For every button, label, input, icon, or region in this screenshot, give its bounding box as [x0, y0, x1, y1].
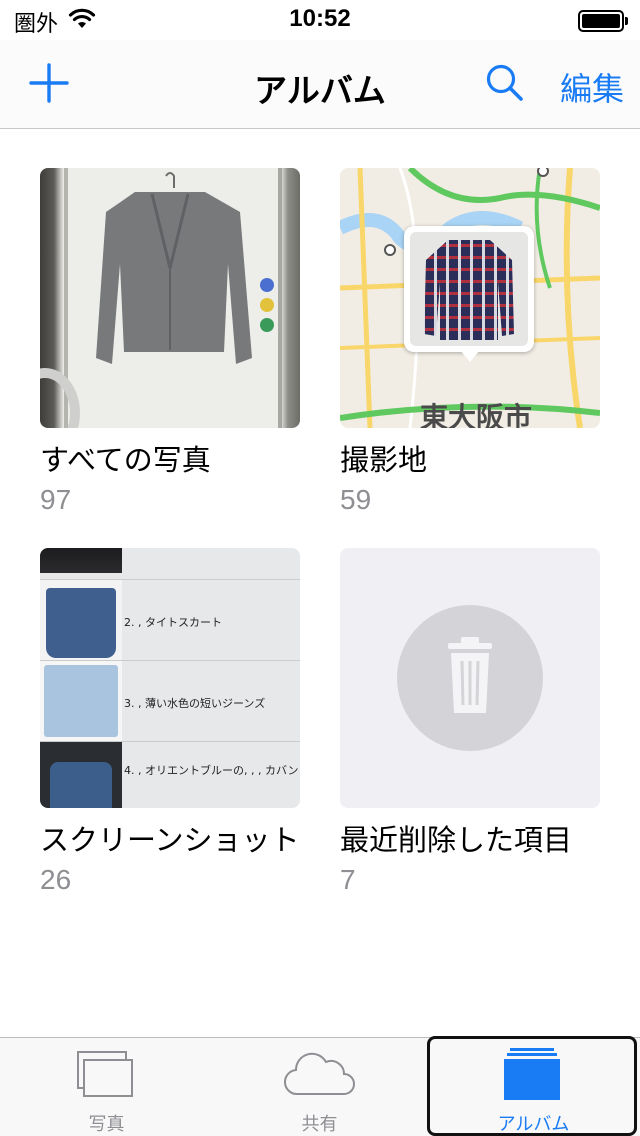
navigation-bar: アルバム 編集 — [0, 40, 640, 129]
status-time: 10:52 — [289, 5, 351, 32]
album-thumbnail — [40, 168, 300, 428]
screenshot-row: 3. , 薄い水色の短いジーンズ — [40, 661, 300, 742]
tab-label: アルバム — [497, 1114, 570, 1135]
album-thumbnail: 2. , タイトスカート 3. , 薄い水色の短いジーンズ 4. , オリエント… — [40, 548, 300, 808]
album-name: 撮影地 — [340, 443, 428, 477]
tab-shared[interactable]: 共有 — [213, 1038, 426, 1136]
status-bar: 圏外 10:52 — [0, 0, 640, 40]
album-count: 7 — [340, 864, 356, 895]
photos-stack-icon — [77, 1051, 133, 1097]
tab-photos[interactable]: 写真 — [0, 1038, 213, 1136]
map-photo-pin — [404, 226, 534, 352]
album-count: 97 — [40, 484, 72, 515]
trash-icon — [448, 637, 492, 713]
album-count: 59 — [340, 484, 372, 515]
album-name: スクリーンショット — [40, 823, 300, 857]
screenshot-row: 4. , オリエントブルーの, , , カバン — [40, 742, 300, 808]
album-thumbnail — [340, 548, 600, 808]
album-recently-deleted[interactable]: 最近削除した項目 7 — [340, 548, 600, 898]
edit-button[interactable]: 編集 — [560, 64, 624, 110]
album-thumbnail: 東大阪市 — [340, 168, 600, 428]
album-name: 最近削除した項目 — [340, 823, 573, 857]
album-places[interactable]: 東大阪市 撮影地 59 — [340, 168, 600, 518]
shirt-photo — [424, 240, 514, 340]
battery-icon — [578, 10, 628, 32]
albums-icon — [504, 1048, 560, 1100]
album-all-photos[interactable]: すべての写真 97 — [40, 168, 300, 518]
map-city-label: 東大阪市 — [420, 401, 533, 428]
screenshot-row: 2. , タイトスカート — [40, 580, 300, 661]
album-screenshots[interactable]: 2. , タイトスカート 3. , 薄い水色の短いジーンズ 4. , オリエント… — [40, 548, 300, 898]
search-icon — [486, 64, 523, 101]
cloud-icon — [284, 1052, 355, 1096]
album-name: すべての写真 — [40, 443, 211, 477]
album-count: 26 — [40, 864, 72, 895]
page-title: アルバム — [254, 71, 386, 110]
tab-label: 写真 — [88, 1114, 125, 1135]
screenshot-row — [40, 548, 300, 580]
tab-bar: 写真 共有 アルバム — [0, 1037, 640, 1136]
tab-albums[interactable]: アルバム — [427, 1038, 640, 1136]
cardigan-photo — [96, 172, 252, 364]
tab-label: 共有 — [301, 1114, 338, 1135]
search-button[interactable] — [484, 62, 526, 104]
